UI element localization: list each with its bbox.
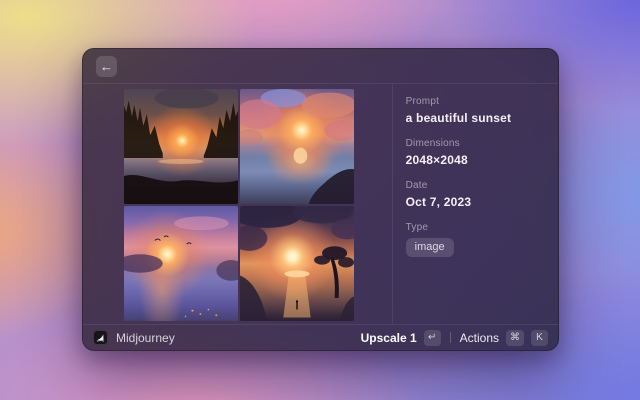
back-arrow-icon: ← [100,60,113,73]
sunset-forest-art [124,89,238,204]
field-label: Prompt [406,96,544,107]
desktop-background: ← [0,0,640,400]
app-window: ← [82,48,559,351]
app-name-label: Midjourney [116,331,175,345]
field-label: Date [406,180,544,191]
back-button[interactable]: ← [96,56,117,77]
metadata-field-type: Type image [406,222,544,257]
action-bar: Midjourney Upscale 1 ↵ Actions ⌘ K [83,324,558,350]
sunset-tree-art [240,206,354,321]
action-controls: Upscale 1 ↵ Actions ⌘ K [361,330,548,346]
image-preview-pane [83,84,392,324]
field-value: a beautiful sunset [406,111,544,125]
midjourney-logo-icon [93,330,108,345]
field-value: 2048×2048 [406,153,544,167]
upscale-action-button[interactable]: Upscale 1 ↵ [361,330,441,346]
content-area: Prompt a beautiful sunset Dimensions 204… [83,84,558,324]
generated-image-1[interactable] [124,89,238,204]
sunset-birds-art [124,206,238,321]
metadata-field-dimensions: Dimensions 2048×2048 [406,138,544,167]
upscale-action-label: Upscale 1 [361,331,417,345]
generated-image-grid [124,89,354,321]
generated-image-3[interactable] [124,206,238,321]
type-badge: image [406,238,454,257]
command-key-icon: ⌘ [506,330,524,346]
sunset-clouds-art [240,89,354,204]
app-identity: Midjourney [93,330,175,345]
field-value: Oct 7, 2023 [406,195,544,209]
window-header: ← [83,49,558,84]
return-key-icon: ↵ [424,330,441,346]
generated-image-4[interactable] [240,206,354,321]
metadata-field-prompt: Prompt a beautiful sunset [406,96,544,125]
footer-divider [450,332,451,343]
k-key-icon: K [531,330,548,346]
actions-menu-button[interactable]: Actions ⌘ K [460,330,548,346]
field-label: Type [406,222,544,233]
field-label: Dimensions [406,138,544,149]
generated-image-2[interactable] [240,89,354,204]
metadata-panel: Prompt a beautiful sunset Dimensions 204… [392,84,558,324]
actions-label: Actions [460,331,499,345]
metadata-field-date: Date Oct 7, 2023 [406,180,544,209]
